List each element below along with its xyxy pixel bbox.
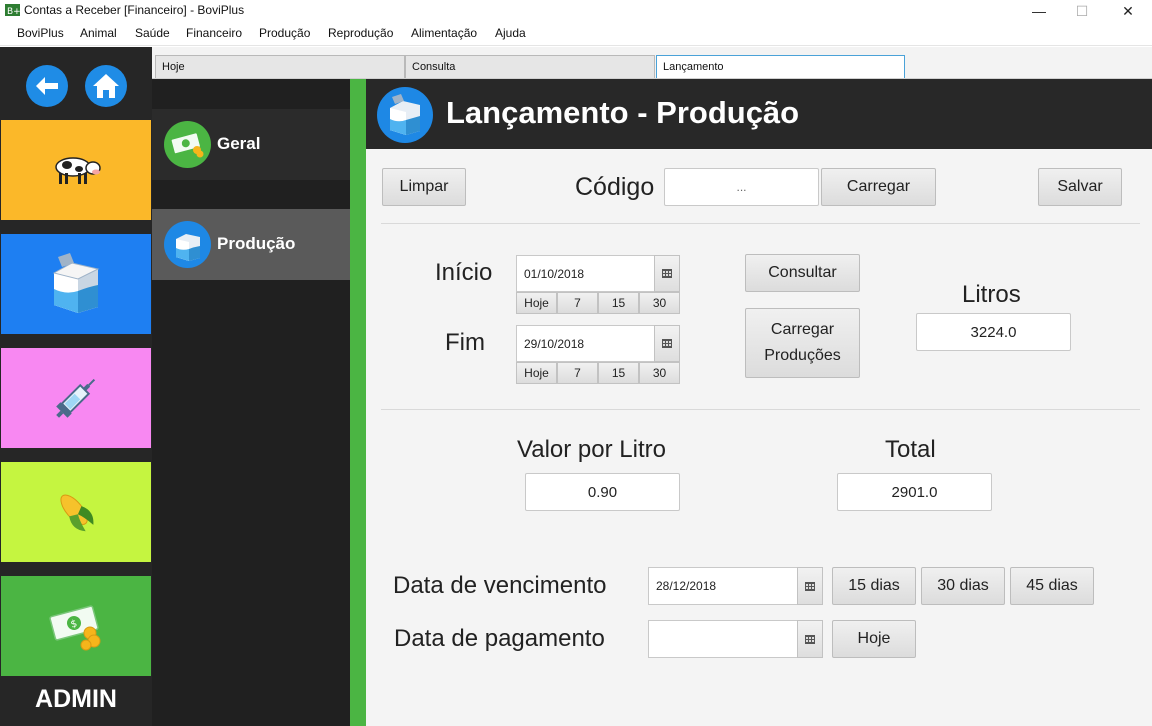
- fim-7-button[interactable]: 7: [557, 362, 598, 384]
- home-button[interactable]: [85, 65, 127, 107]
- divider: [381, 223, 1140, 224]
- vencimento-date-input[interactable]: 28/12/2018: [648, 567, 798, 605]
- fim-30-button[interactable]: 30: [639, 362, 680, 384]
- accent-strip: [350, 79, 366, 726]
- sidebar-tile-producao[interactable]: [1, 234, 151, 334]
- cow-icon: [55, 157, 101, 184]
- section-nav: Geral Produção: [152, 79, 352, 726]
- nav-label-producao: Produção: [217, 234, 296, 253]
- close-button[interactable]: ✕: [1105, 0, 1151, 22]
- total-field[interactable]: 2901.0: [837, 473, 992, 511]
- sidebar-tile-financeiro[interactable]: $: [1, 576, 151, 676]
- maximize-button[interactable]: ☐: [1059, 0, 1105, 22]
- menu-reproducao[interactable]: Reprodução: [328, 26, 393, 40]
- tab-strip: Hoje Consulta Lançamento: [152, 47, 1152, 79]
- calendar-icon: [805, 581, 815, 591]
- main-sidebar: $ ADMIN: [0, 47, 152, 726]
- pagamento-calendar-button[interactable]: [797, 620, 823, 658]
- syringe-icon: [56, 378, 96, 418]
- corn-icon: [60, 494, 94, 532]
- litros-field[interactable]: 3224.0: [916, 313, 1071, 351]
- fim-date-input[interactable]: 29/10/2018: [516, 325, 655, 362]
- sidebar-tile-animal[interactable]: [1, 120, 151, 220]
- milk-carton-icon: [52, 253, 100, 313]
- carregar-producoes-button[interactable]: Carregar Produções: [745, 308, 860, 378]
- pagamento-date-input[interactable]: [648, 620, 798, 658]
- admin-label: ADMIN: [35, 685, 117, 713]
- valor-litro-input[interactable]: 0.90: [525, 473, 680, 511]
- divider: [381, 409, 1140, 410]
- inicio-hoje-button[interactable]: Hoje: [516, 292, 557, 314]
- salvar-button[interactable]: Salvar: [1038, 168, 1122, 206]
- carregar-producoes-line1: Carregar: [770, 321, 835, 338]
- home-icon: [93, 74, 119, 98]
- calendar-icon: [805, 634, 815, 644]
- vencimento-label: Data de vencimento: [393, 572, 607, 599]
- page-title: Lançamento - Produção: [446, 95, 800, 130]
- inicio-30-button[interactable]: 30: [639, 292, 680, 314]
- menu-saude[interactable]: Saúde: [135, 26, 170, 40]
- menu-animal[interactable]: Animal: [80, 26, 117, 40]
- milk-carton-icon: [164, 221, 211, 268]
- calendar-icon: [662, 339, 672, 348]
- nav-label-geral: Geral: [217, 134, 261, 153]
- milk-carton-icon: [377, 87, 433, 143]
- fim-15-button[interactable]: 15: [598, 362, 639, 384]
- menu-ajuda[interactable]: Ajuda: [495, 26, 526, 40]
- inicio-7-button[interactable]: 7: [557, 292, 598, 314]
- pagamento-label: Data de pagamento: [394, 625, 605, 652]
- codigo-label: Código: [575, 173, 655, 201]
- nav-item-geral[interactable]: Geral: [152, 109, 350, 180]
- inicio-calendar-button[interactable]: [654, 255, 680, 292]
- inicio-15-button[interactable]: 15: [598, 292, 639, 314]
- 15-dias-button[interactable]: 15 dias: [832, 567, 916, 605]
- litros-label: Litros: [962, 281, 1021, 308]
- 45-dias-button[interactable]: 45 dias: [1010, 567, 1094, 605]
- carregar-button[interactable]: Carregar: [821, 168, 936, 206]
- svg-text:B+: B+: [7, 7, 20, 17]
- money-icon: $: [49, 605, 101, 651]
- nav-item-producao[interactable]: Produção: [152, 209, 350, 280]
- fim-label: Fim: [445, 329, 485, 356]
- arrow-left-icon: [36, 77, 58, 95]
- menu-boviplus[interactable]: BoviPlus: [17, 26, 64, 40]
- sidebar-tile-saude[interactable]: [1, 348, 151, 448]
- fim-calendar-button[interactable]: [654, 325, 680, 362]
- sidebar-tile-alimentacao[interactable]: [1, 462, 151, 562]
- menu-alimentacao[interactable]: Alimentação: [411, 26, 477, 40]
- inicio-date-input[interactable]: 01/10/2018: [516, 255, 655, 292]
- limpar-button[interactable]: Limpar: [382, 168, 466, 206]
- valor-litro-label: Valor por Litro: [517, 436, 666, 463]
- codigo-input[interactable]: ...: [664, 168, 819, 206]
- vencimento-calendar-button[interactable]: [797, 567, 823, 605]
- calendar-icon: [662, 269, 672, 278]
- back-button[interactable]: [26, 65, 68, 107]
- 30-dias-button[interactable]: 30 dias: [921, 567, 1005, 605]
- tab-lancamento[interactable]: Lançamento: [656, 55, 905, 78]
- menu-financeiro[interactable]: Financeiro: [186, 26, 242, 40]
- menu-bar: BoviPlus Animal Saúde Financeiro Produçã…: [0, 22, 1152, 46]
- pagamento-hoje-button[interactable]: Hoje: [832, 620, 916, 658]
- title-bar: B+ Contas a Receber [Financeiro] - BoviP…: [0, 0, 1152, 22]
- inicio-label: Início: [435, 259, 493, 286]
- tab-consulta[interactable]: Consulta: [405, 55, 655, 78]
- money-icon: [164, 121, 211, 168]
- carregar-producoes-line2: Produções: [764, 347, 841, 364]
- total-label: Total: [885, 436, 936, 463]
- tab-hoje[interactable]: Hoje: [155, 55, 405, 78]
- minimize-button[interactable]: —: [1016, 0, 1062, 22]
- page-header: Lançamento - Produção: [366, 79, 1152, 149]
- window-title: Contas a Receber [Financeiro] - BoviPlus: [24, 3, 245, 17]
- consultar-button[interactable]: Consultar: [745, 254, 860, 292]
- menu-producao[interactable]: Produção: [259, 26, 310, 40]
- fim-hoje-button[interactable]: Hoje: [516, 362, 557, 384]
- app-icon: B+: [5, 3, 21, 17]
